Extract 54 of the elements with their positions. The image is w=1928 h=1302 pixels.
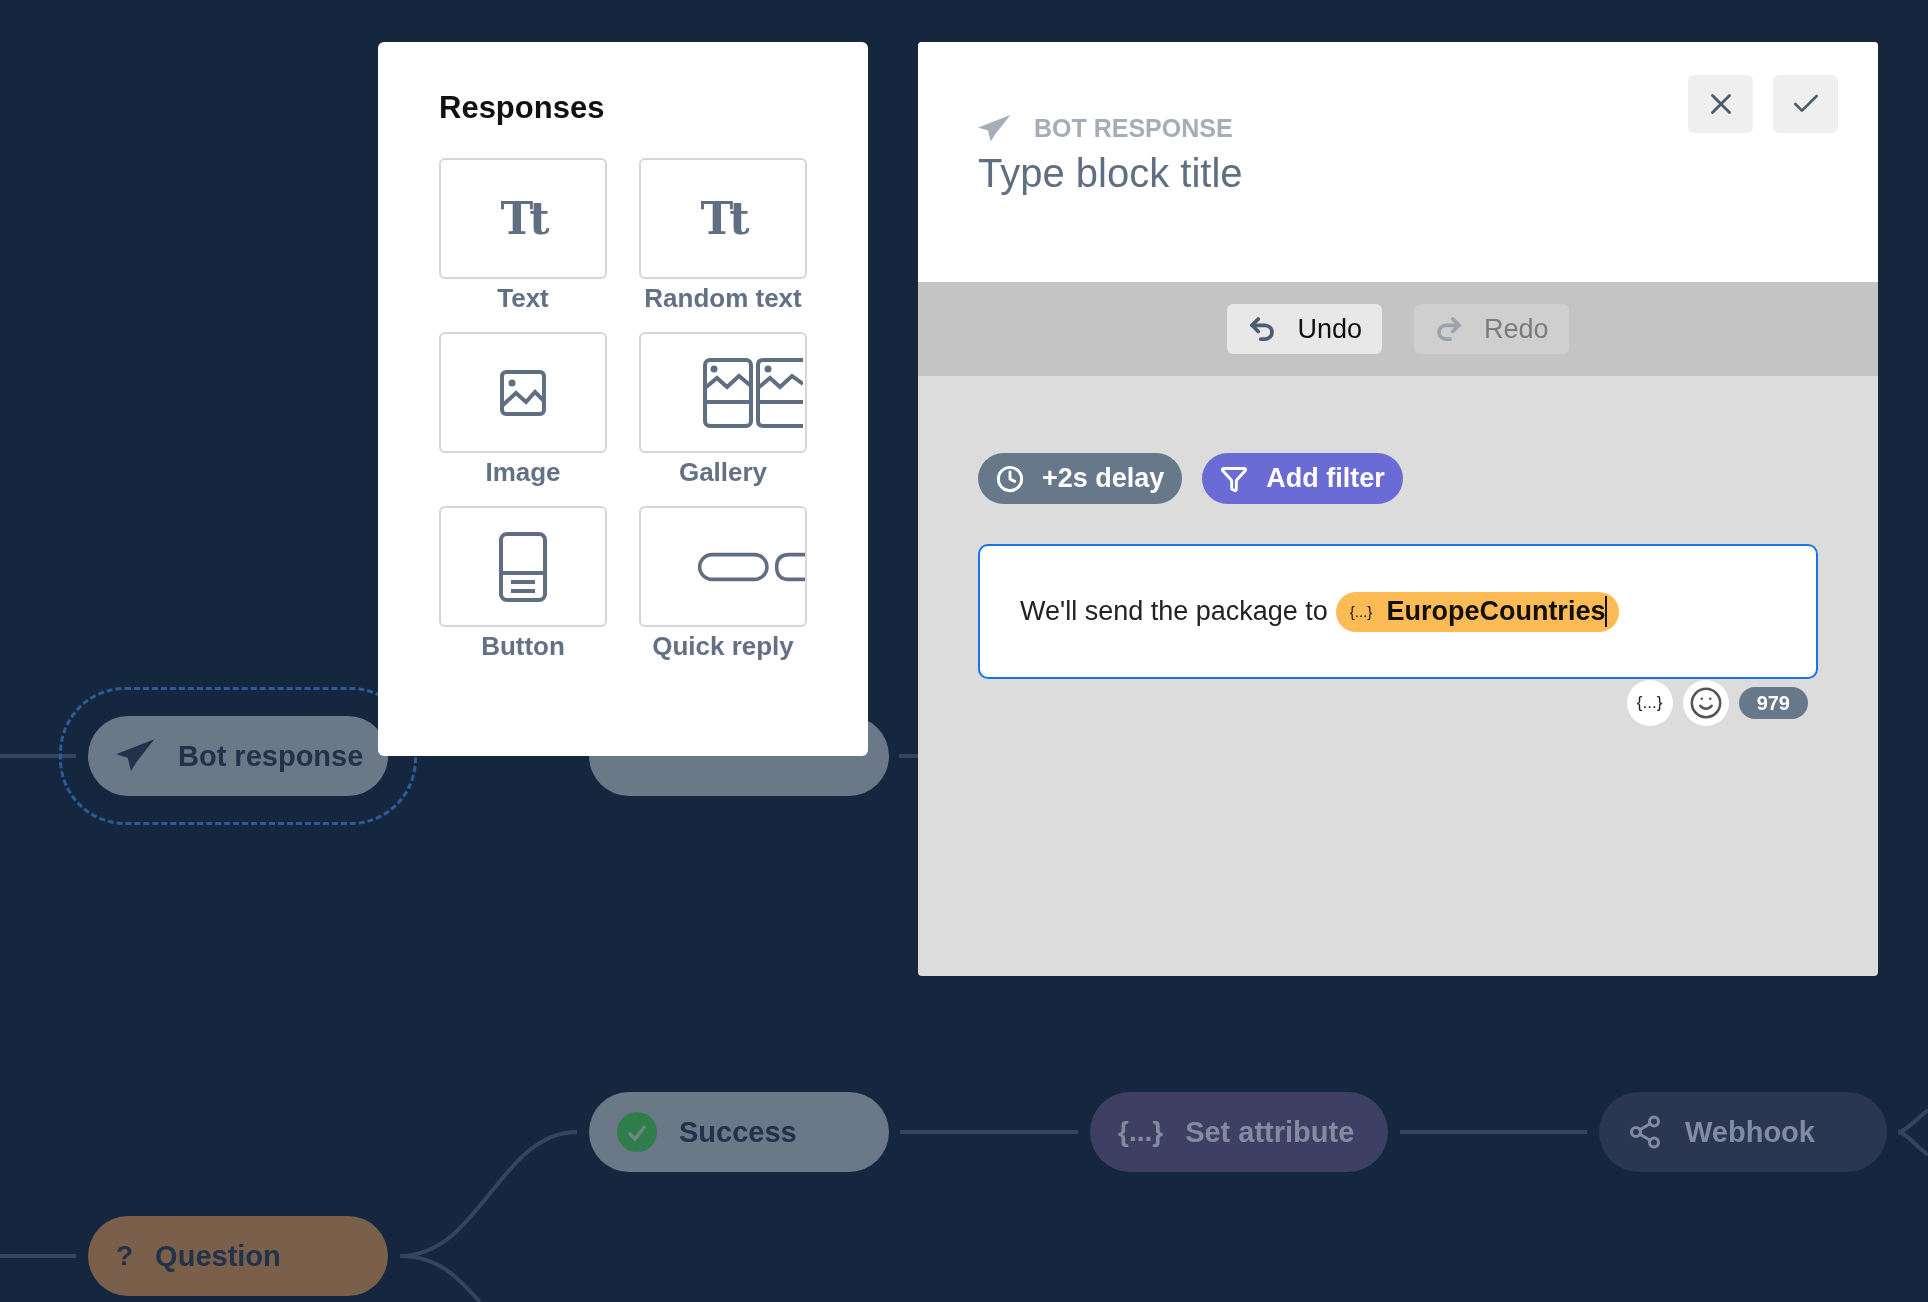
node-icon: ? (116, 1242, 134, 1270)
redo-icon (1434, 314, 1464, 344)
insert-attribute-button[interactable]: {...} (1626, 680, 1673, 726)
panel-title: Responses (439, 90, 606, 126)
message-text: We'll send the package to (1020, 596, 1328, 627)
clock-icon (996, 464, 1024, 493)
response-tile[interactable]: Tt (639, 158, 807, 279)
image-icon (500, 369, 546, 416)
type-icon: Tt (500, 193, 546, 244)
tile-label: Quick reply (652, 631, 794, 662)
tile-label: Random text (644, 283, 802, 314)
connector-line (899, 754, 918, 758)
flow-node[interactable]: {...} Set attribute (1090, 1092, 1388, 1172)
response-tile[interactable]: Tt (439, 158, 607, 279)
paper-plane-icon (978, 114, 1012, 143)
node-label: Question (155, 1239, 281, 1273)
add-filter-button[interactable]: Add filter (1202, 453, 1403, 504)
close-button[interactable] (1688, 75, 1753, 133)
attribute-tag[interactable]: {...} EuropeCountries (1335, 591, 1620, 632)
character-counter: 979 (1738, 687, 1808, 719)
tile-label: Gallery (678, 457, 768, 488)
type-icon: Tt (700, 193, 746, 244)
filter-icon (1220, 464, 1249, 493)
node-label: Set attribute (1185, 1115, 1355, 1149)
attribute-name: EuropeCountries (1386, 596, 1608, 627)
paper-plane-icon (116, 739, 156, 773)
response-tile[interactable] (639, 506, 807, 627)
confirm-button[interactable] (1773, 75, 1838, 133)
flow-node[interactable]: Webhook (1599, 1092, 1887, 1172)
response-tile[interactable] (439, 506, 607, 627)
share-icon (1627, 1114, 1663, 1150)
node-label: Success (679, 1115, 797, 1149)
flow-node[interactable]: Bot response (88, 716, 388, 796)
message-field[interactable]: We'll send the package to {...} EuropeCountries (978, 544, 1818, 679)
phone-button-icon (498, 530, 548, 603)
tile-label: Text (497, 283, 549, 314)
response-tile[interactable] (439, 332, 607, 453)
tile-label: Image (485, 457, 561, 488)
title-field[interactable]: Type block title (978, 151, 1578, 196)
attribute-icon: {...} (1349, 603, 1373, 620)
check-circle-icon (617, 1112, 657, 1152)
response-tile[interactable] (639, 332, 807, 453)
node-label: Webhook (1685, 1115, 1815, 1149)
flow-node[interactable]: Success (589, 1092, 889, 1172)
emoji-button[interactable] (1682, 680, 1729, 726)
tile-label: Button (481, 631, 565, 662)
smile-icon (1688, 686, 1723, 720)
undo-button[interactable]: Undo (1227, 304, 1382, 354)
gallery-icon (703, 357, 803, 428)
node-icon: {...} (1118, 1118, 1164, 1146)
connector-line (1896, 1108, 1928, 1157)
delay-button[interactable]: +2s delay (978, 453, 1183, 504)
block-type-label: BOT RESPONSE (1034, 114, 1233, 143)
node-label: Bot response (178, 739, 364, 773)
